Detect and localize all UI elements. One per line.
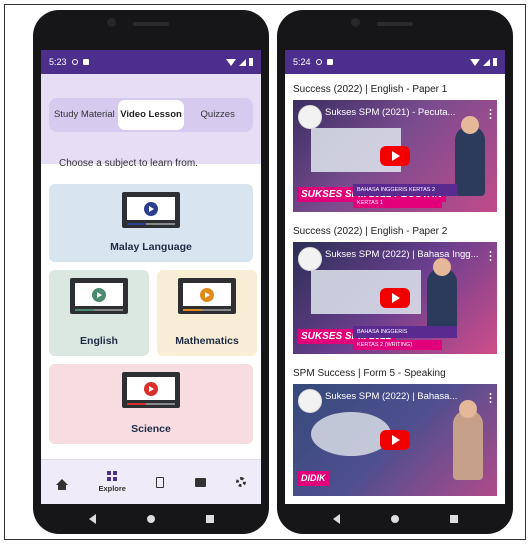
battery-icon xyxy=(249,58,253,66)
presenter xyxy=(453,400,483,480)
status-time: 5:23 xyxy=(49,57,67,67)
video-title[interactable]: SPM Success | Form 5 - Speaking xyxy=(285,364,505,384)
status-bar: 5:23 xyxy=(41,50,261,74)
tab-quizzes[interactable]: Quizzes xyxy=(184,100,251,130)
settings-status-icon xyxy=(315,59,322,65)
play-icon xyxy=(200,287,214,302)
nav-explore-label: Explore xyxy=(98,484,126,493)
video-title[interactable]: Success (2022) | English - Paper 1 xyxy=(285,80,505,100)
recent-apps-icon[interactable] xyxy=(205,515,214,523)
sd-card-icon xyxy=(82,59,89,65)
diagram-board xyxy=(311,412,391,456)
channel-avatar xyxy=(298,389,322,413)
left-phone: 5:23 Study Material Video Lesson Quizzes… xyxy=(33,10,269,534)
video-thumbnail[interactable]: Sukses SPM (2022) | Bahasa Ingg... SUKSE… xyxy=(293,242,497,354)
thumbnail-strip: BAHASA INGGERIS KERTAS 2 xyxy=(353,184,457,196)
wifi-icon xyxy=(226,58,236,66)
right-phone: 5:24 Success (2022) | English - Paper 1 … xyxy=(277,10,513,534)
thumbnail-strip-secondary: KERTAS 1 xyxy=(353,198,442,208)
settings-status-icon xyxy=(71,59,78,65)
channel-avatar xyxy=(298,105,322,129)
nav-messages[interactable] xyxy=(194,477,206,487)
thumbnail-title: Sukses SPM (2022) | Bahasa Ingg... xyxy=(325,249,479,260)
home-icon xyxy=(56,479,69,490)
system-navigation xyxy=(277,504,513,534)
wifi-icon xyxy=(470,58,480,66)
play-icon xyxy=(144,201,158,216)
subject-label: Mathematics xyxy=(175,335,239,347)
youtube-play-icon[interactable] xyxy=(380,430,410,450)
video-thumbnail[interactable]: Sukses SPM (2021) - Pecuta... SUKSES SPM… xyxy=(293,100,497,212)
video-monitor-icon xyxy=(122,192,180,228)
thumbnail-strip: BAHASA INGGERIS xyxy=(353,326,457,338)
video-monitor-icon xyxy=(178,278,236,314)
subject-prompt: Choose a subject to learn from. xyxy=(59,158,198,169)
sd-card-icon xyxy=(326,59,333,65)
subject-card-mathematics[interactable]: Mathematics xyxy=(157,270,257,356)
subject-card-english[interactable]: English xyxy=(49,270,149,356)
right-screen: 5:24 Success (2022) | English - Paper 1 … xyxy=(285,50,505,504)
bottom-navigation: Explore xyxy=(41,459,261,504)
nav-documents[interactable] xyxy=(156,476,165,488)
status-bar: 5:24 xyxy=(285,50,505,74)
nav-explore[interactable]: Explore xyxy=(98,471,126,493)
tab-video-lesson[interactable]: Video Lesson xyxy=(117,100,185,130)
subject-label: English xyxy=(80,335,118,347)
settings-icon xyxy=(235,477,246,487)
battery-icon xyxy=(493,58,497,66)
more-options-icon[interactable] xyxy=(489,250,492,262)
status-time: 5:24 xyxy=(293,57,311,67)
video-title[interactable]: Success (2022) | English - Paper 2 xyxy=(285,222,505,242)
play-icon xyxy=(92,287,106,302)
thumbnail-strip-secondary: KERTAS 2 (WRITING) xyxy=(353,340,442,350)
signal-icon xyxy=(239,58,246,66)
back-icon[interactable] xyxy=(332,514,340,524)
subject-card-science[interactable]: Science xyxy=(49,364,253,444)
home-button-icon[interactable] xyxy=(146,515,155,523)
thumbnail-title: Sukses SPM (2022) | Bahasa... xyxy=(325,391,458,402)
signal-icon xyxy=(483,58,490,66)
channel-avatar xyxy=(298,247,322,271)
system-navigation xyxy=(33,504,269,534)
document-icon xyxy=(156,476,165,488)
explore-icon xyxy=(107,471,118,481)
play-icon xyxy=(144,381,158,396)
message-icon xyxy=(194,477,206,487)
thumbnail-banner: DIDIK xyxy=(297,471,330,486)
more-options-icon[interactable] xyxy=(489,392,492,404)
back-icon[interactable] xyxy=(88,514,96,524)
home-button-icon[interactable] xyxy=(390,515,399,523)
thumbnail-title: Sukses SPM (2021) - Pecuta... xyxy=(325,107,456,118)
subject-label: Science xyxy=(131,423,171,435)
speaker-grille xyxy=(133,22,169,26)
nav-settings[interactable] xyxy=(235,477,246,487)
more-options-icon[interactable] xyxy=(489,108,492,120)
camera-icon xyxy=(351,18,360,27)
subject-label: Malay Language xyxy=(110,241,192,253)
subject-card-malay[interactable]: Malay Language xyxy=(49,184,253,262)
recent-apps-icon[interactable] xyxy=(449,515,458,523)
camera-icon xyxy=(107,18,116,27)
nav-home[interactable] xyxy=(56,479,69,490)
tab-bar: Study Material Video Lesson Quizzes xyxy=(49,98,253,132)
video-monitor-icon xyxy=(122,372,180,408)
left-screen: 5:23 Study Material Video Lesson Quizzes… xyxy=(41,50,261,504)
youtube-play-icon[interactable] xyxy=(380,146,410,166)
video-monitor-icon xyxy=(70,278,128,314)
youtube-play-icon[interactable] xyxy=(380,288,410,308)
speaker-grille xyxy=(377,22,413,26)
video-thumbnail[interactable]: Sukses SPM (2022) | Bahasa... DIDIK xyxy=(293,384,497,496)
presenter xyxy=(455,116,485,196)
tab-study-material[interactable]: Study Material xyxy=(51,100,118,130)
